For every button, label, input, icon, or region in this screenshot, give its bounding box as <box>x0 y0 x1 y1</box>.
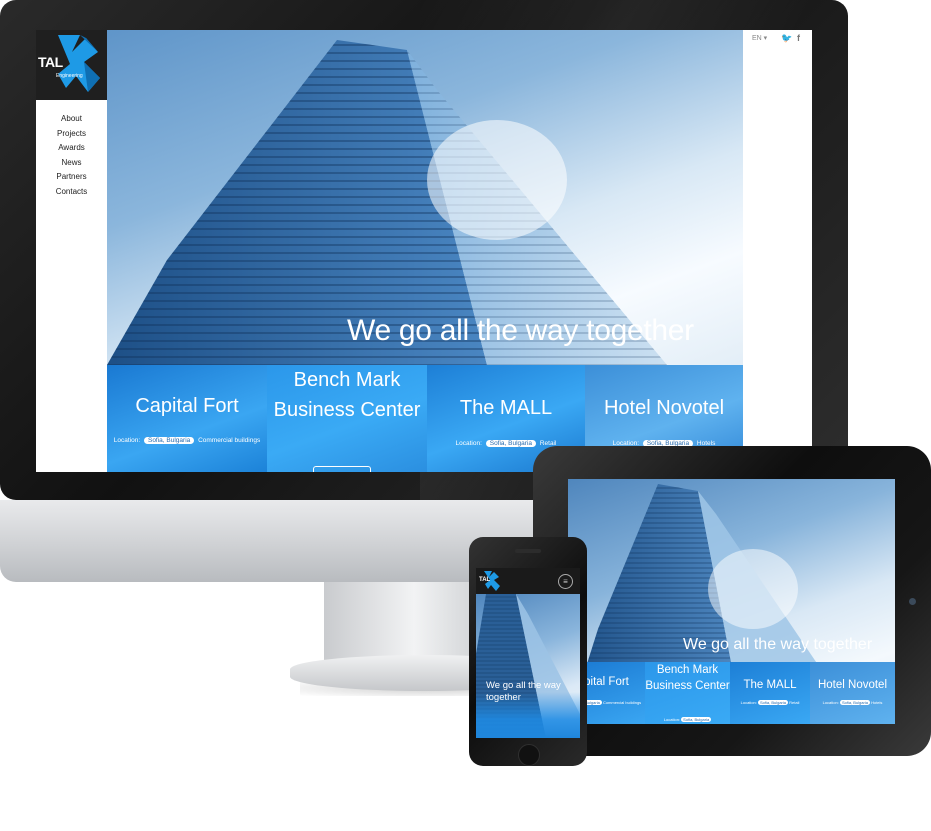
category-text: Commercial buildings <box>602 700 642 705</box>
nav-partners[interactable]: Partners <box>36 170 107 185</box>
tablet-tile-meta: Location: Sofia, Bulgaria <box>645 717 730 722</box>
sidebar: TAL Engineering About Projects Awards Ne… <box>36 30 107 472</box>
category-text: Hotels <box>871 700 883 705</box>
tablet-project-tiles: pital Fort Sofia, Bulgaria Commercial bu… <box>568 662 895 724</box>
project-tile-title: Bench Mark Business Center <box>273 369 421 421</box>
location-pill[interactable]: Sofia, Bulgaria <box>485 440 537 447</box>
phone-hero <box>476 594 580 738</box>
location-label: Location: <box>663 717 681 722</box>
language-selector[interactable]: EN ▾ <box>752 34 767 42</box>
phone-screen: TAL ≡ We go all the way together <box>476 568 580 738</box>
logo[interactable]: TAL Engineering <box>36 30 107 100</box>
project-tile-meta: Location: Sofia, Bulgaria Commercial bui… <box>107 437 267 444</box>
tablet-tile-the-mall[interactable]: The MALL Location: Sofia, Bulgaria Retai… <box>730 662 810 724</box>
tablet-camera-icon <box>909 598 916 605</box>
location-pill[interactable]: Sofia, Bulgaria <box>839 700 870 705</box>
main-nav: About Projects Awards News Partners Cont… <box>36 112 107 200</box>
location-pill[interactable]: Sofia, Bulgaria <box>143 437 195 444</box>
project-tile-capital-fort[interactable]: Capital Fort Location: Sofia, Bulgaria C… <box>107 365 267 472</box>
menu-icon[interactable]: ≡ <box>558 574 573 589</box>
tablet-tile-bench-mark[interactable]: Bench Mark Business Center Location: Sof… <box>645 662 730 724</box>
tablet-tile-meta: Location: Sofia, Bulgaria Hotels <box>810 700 895 705</box>
tablet-screen: We go all the way together pital Fort So… <box>568 479 895 724</box>
tablet-tile-title: The MALL <box>743 679 797 691</box>
location-pill[interactable]: Sofia, Bulgaria <box>757 700 788 705</box>
logo-text: TAL <box>38 54 63 70</box>
project-tile-button[interactable] <box>313 466 371 472</box>
project-tile-bench-mark[interactable]: Bench Mark Business Center <box>267 365 427 472</box>
desktop-screen: TAL Engineering About Projects Awards Ne… <box>36 30 812 472</box>
nav-projects[interactable]: Projects <box>36 127 107 142</box>
location-label: Location: <box>822 700 839 705</box>
location-pill[interactable]: Sofia, Bulgaria <box>681 717 712 722</box>
nav-contacts[interactable]: Contacts <box>36 185 107 200</box>
tablet-tile-title: Hotel Novotel <box>817 679 888 691</box>
project-tile-title: Hotel Novotel <box>603 397 725 419</box>
right-strip <box>743 30 812 472</box>
project-tile-title: Capital Fort <box>135 395 239 417</box>
hero-title: We go all the way together <box>347 314 694 347</box>
nav-about[interactable]: About <box>36 112 107 127</box>
project-tile-title: The MALL <box>459 397 553 419</box>
phone-hero-title: We go all the way together <box>486 680 561 703</box>
location-label: Location: <box>740 700 757 705</box>
location-label: Location: <box>113 437 141 444</box>
twitter-icon[interactable]: 🐦 <box>781 33 792 44</box>
category-text: Retail <box>789 700 800 705</box>
phone-header: TAL ≡ <box>476 568 580 594</box>
category-text: Commercial buildings <box>198 437 261 444</box>
tablet-hero-title: We go all the way together <box>683 636 873 653</box>
phone-speaker <box>515 549 541 553</box>
phone-logo-text: TAL <box>479 577 491 583</box>
facebook-icon[interactable]: f <box>797 33 800 43</box>
logo-tagline: Engineering <box>56 73 83 79</box>
location-label: Location: <box>455 440 482 447</box>
hero-banner: We go all the way together <box>107 30 743 365</box>
nav-news[interactable]: News <box>36 156 107 171</box>
nav-awards[interactable]: Awards <box>36 141 107 156</box>
tablet-tile-meta: Location: Sofia, Bulgaria Retail <box>730 700 810 705</box>
tablet-tile-title: Bench Mark Business Center <box>645 664 730 692</box>
tablet-tile-hotel-novotel[interactable]: Hotel Novotel Location: Sofia, Bulgaria … <box>810 662 895 724</box>
phone-home-button <box>518 744 540 766</box>
